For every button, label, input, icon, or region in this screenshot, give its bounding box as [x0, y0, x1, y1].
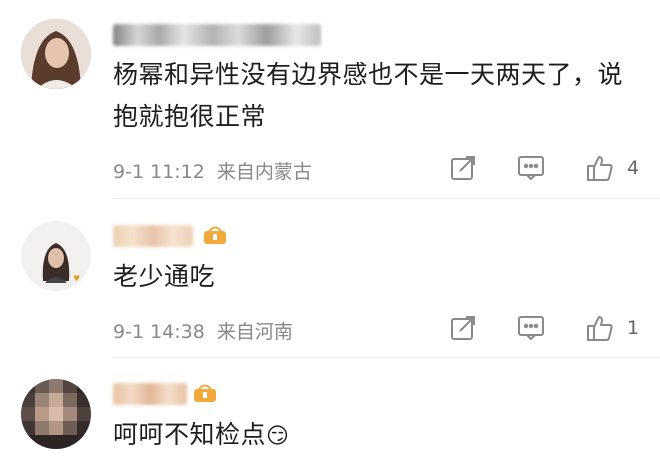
comment-date: 9-1 11:12 — [113, 161, 205, 183]
share-icon[interactable] — [448, 313, 478, 343]
username-blurred[interactable] — [113, 383, 187, 405]
svg-text:♥: ♥ — [73, 274, 80, 283]
divider — [113, 357, 660, 358]
comment-item: ♥ 老少通吃 9-1 14:38 来自河南 1 — [0, 200, 660, 360]
thumbs-up-icon[interactable] — [585, 313, 615, 343]
avatar[interactable]: ♥ — [21, 221, 91, 291]
comment-feed: 杨幂和异性没有边界感也不是一天两天了，说抱就抱很正常 9-1 11:12 来自内… — [0, 0, 660, 464]
smirk-emoji: 😏 — [266, 424, 290, 449]
comment-text: 呵呵不知检点😏 — [113, 414, 640, 458]
vip-crown-icon — [193, 383, 217, 403]
username-blurred[interactable] — [113, 225, 193, 247]
comment-date: 9-1 14:38 — [113, 321, 205, 343]
comment-item: 杨幂和异性没有边界感也不是一天两天了，说抱就抱很正常 9-1 11:12 来自内… — [0, 0, 660, 200]
avatar[interactable] — [21, 379, 91, 449]
thumbs-up-icon[interactable] — [585, 153, 615, 183]
comment-text-body: 呵呵不知检点 — [113, 420, 267, 449]
comment-text: 老少通吃 — [113, 262, 216, 291]
comment-location: 来自河南 — [216, 321, 293, 343]
comment-meta: 9-1 14:38 来自河南 — [113, 317, 299, 344]
divider — [113, 198, 660, 199]
comment-icon[interactable] — [516, 313, 546, 343]
avatar[interactable] — [21, 19, 91, 89]
comment-icon[interactable] — [516, 153, 546, 183]
comment-location: 来自内蒙古 — [216, 161, 312, 183]
comment-meta: 9-1 11:12 来自内蒙古 — [113, 157, 318, 184]
comment-text: 杨幂和异性没有边界感也不是一天两天了，说抱就抱很正常 — [113, 60, 624, 131]
like-count: 4 — [627, 157, 640, 179]
username-blurred[interactable] — [113, 24, 321, 46]
like-count: 1 — [627, 317, 640, 339]
comment-item: 呵呵不知检点😏 — [0, 360, 660, 464]
vip-crown-icon — [203, 225, 227, 245]
share-icon[interactable] — [448, 153, 478, 183]
